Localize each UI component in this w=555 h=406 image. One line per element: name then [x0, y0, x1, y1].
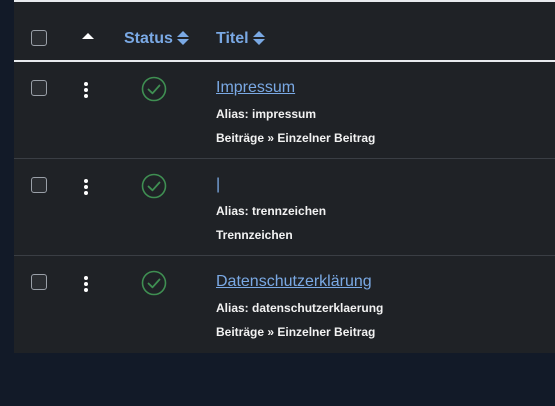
check-circle-icon[interactable] — [141, 270, 167, 296]
article-alias: Alias: impressum — [216, 107, 317, 121]
row-checkbox[interactable] — [31, 177, 47, 193]
sort-ordering-up-icon[interactable] — [82, 33, 94, 39]
table-row: Impressum Alias: impressum Beiträge » Ei… — [14, 62, 555, 159]
check-circle-icon[interactable] — [141, 173, 167, 199]
column-header-status-label: Status — [124, 30, 173, 47]
check-circle-icon[interactable] — [141, 76, 167, 102]
article-category: Beiträge » Einzelner Beitrag — [216, 131, 376, 145]
article-alias: Alias: trennzeichen — [216, 204, 327, 218]
article-category: Beiträge » Einzelner Beitrag — [216, 325, 376, 339]
row-checkbox[interactable] — [31, 80, 47, 96]
article-category: Trennzeichen — [216, 228, 293, 242]
select-all-checkbox[interactable] — [31, 30, 47, 46]
table-row: Datenschutzerklärung Alias: datenschutze… — [14, 256, 555, 353]
row-checkbox[interactable] — [31, 274, 47, 290]
more-actions-icon[interactable] — [83, 82, 89, 98]
column-header-title-label: Titel — [216, 30, 249, 47]
sort-icon — [176, 30, 189, 45]
more-actions-icon[interactable] — [83, 276, 89, 292]
column-header-title[interactable]: Titel — [216, 30, 265, 48]
table-header: Status Titel — [14, 0, 555, 62]
more-actions-icon[interactable] — [83, 179, 89, 195]
articles-table: Status Titel Impressum Alias: impressum … — [14, 0, 555, 353]
article-title-link[interactable]: Impressum — [216, 78, 295, 98]
article-alias: Alias: datenschutzerklaerung — [216, 301, 384, 315]
article-title-link[interactable]: | — [216, 175, 220, 195]
table-row: | Alias: trennzeichen Trennzeichen — [14, 159, 555, 256]
article-title-link[interactable]: Datenschutzerklärung — [216, 272, 372, 292]
column-header-status[interactable]: Status — [124, 30, 189, 48]
sort-icon — [252, 30, 265, 45]
